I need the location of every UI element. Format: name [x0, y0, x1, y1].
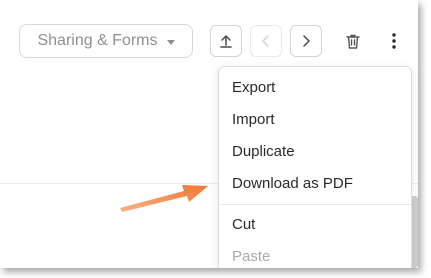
- menu-item-paste[interactable]: Paste: [219, 241, 411, 268]
- menu-item-cut[interactable]: Cut: [219, 209, 411, 239]
- chevron-right-icon: [303, 35, 310, 47]
- next-button[interactable]: [290, 25, 322, 57]
- app-frame: Sharing & Forms Export Import Duplicate …: [0, 0, 418, 268]
- upload-button[interactable]: [210, 25, 242, 57]
- previous-button[interactable]: [250, 25, 282, 57]
- chevron-left-icon: [262, 35, 269, 47]
- more-options-menu: Export Import Duplicate Download as PDF …: [218, 66, 412, 268]
- annotation-arrow-icon: [120, 185, 208, 212]
- sharing-forms-label: Sharing & Forms: [37, 32, 158, 49]
- menu-item-export[interactable]: Export: [219, 72, 411, 102]
- more-vertical-icon: [392, 33, 396, 49]
- menu-separator: [219, 204, 411, 205]
- more-options-button[interactable]: [378, 25, 410, 57]
- delete-button[interactable]: [337, 25, 369, 57]
- sharing-forms-dropdown[interactable]: Sharing & Forms: [19, 24, 193, 58]
- trash-icon: [346, 34, 360, 49]
- menu-item-download-pdf[interactable]: Download as PDF: [219, 168, 411, 198]
- scrollbar[interactable]: [411, 196, 418, 268]
- caret-down-icon: [166, 39, 175, 45]
- menu-item-duplicate[interactable]: Duplicate: [219, 136, 411, 166]
- upload-icon: [220, 35, 232, 48]
- menu-item-import[interactable]: Import: [219, 104, 411, 134]
